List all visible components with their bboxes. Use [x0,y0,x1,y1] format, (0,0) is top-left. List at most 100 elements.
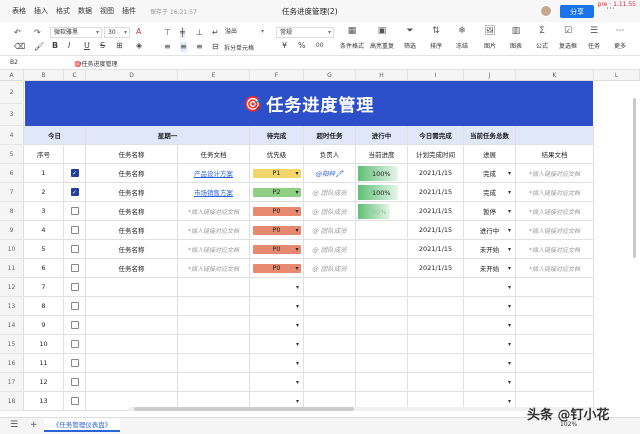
status-cell[interactable]: 完成 ▾ [464,183,516,202]
italic-icon[interactable]: I [68,41,70,51]
task-checkbox[interactable] [70,264,79,272]
task-checkbox-cell[interactable] [64,221,86,240]
row-header[interactable]: 12 [0,278,24,297]
strikethrough-icon[interactable]: S [100,41,105,51]
row-header[interactable]: 15 [0,335,24,354]
task-name[interactable]: 任务名称 [86,221,178,240]
status-cell[interactable]: 进行中 ▾ [464,221,516,240]
menu-insert[interactable]: 插入 [34,6,48,16]
status-dropdown-icon[interactable]: ▾ [508,265,511,272]
status-dropdown-icon[interactable]: ▾ [508,246,511,253]
overflow-select[interactable]: 溢出 [222,27,266,38]
status-dropdown-icon[interactable]: ▾ [508,322,511,329]
task-doc-placeholder[interactable]: *插入链接对应文档 [178,259,250,278]
priority-cell[interactable]: ▾ [250,373,304,392]
status-value[interactable]: 未开始 [480,263,500,273]
result-doc-placeholder[interactable]: *插入链接对应文档 [516,202,594,221]
status-dropdown-icon[interactable]: ▾ [508,398,511,405]
assignee[interactable] [304,373,356,392]
share-button[interactable]: 分享 [560,5,594,18]
result-doc-placeholder[interactable]: *插入链接对应文档 [516,183,594,202]
task-checkbox[interactable] [70,321,79,329]
priority-dropdown[interactable]: P2 [252,187,301,197]
status-cell[interactable]: ▾ [464,354,516,373]
assignee[interactable] [304,297,356,316]
task-checkbox-cell[interactable] [64,373,86,392]
due-date[interactable] [408,278,464,297]
wrap-icon[interactable]: ↵ [212,28,219,38]
priority-cell[interactable]: P2 [250,183,304,202]
more-button[interactable]: ⋯ 更多 [606,26,634,50]
task-name[interactable] [86,354,178,373]
currency-icon[interactable]: ¥ [282,41,287,51]
document-title[interactable]: 任务进度管理(2) [282,6,338,17]
assignee[interactable]: @ 团队成员 [304,183,356,202]
decimal-icon[interactable]: .00 [314,41,324,51]
align-bottom-icon[interactable]: ⊥ [196,28,203,38]
result-doc-placeholder[interactable]: *插入链接对应文档 [516,259,594,278]
row-header[interactable]: 4 [0,126,24,145]
column-header-k[interactable]: K [516,70,594,81]
task-checkbox[interactable] [70,226,79,234]
column-header-f[interactable]: F [250,70,304,81]
task-checkbox[interactable] [70,397,79,405]
align-middle-icon[interactable]: ╪ [180,28,185,38]
bold-icon[interactable]: B [52,41,58,51]
due-date[interactable]: 2021/1/15 [408,202,464,221]
font-size-select[interactable]: 30 [104,27,130,38]
row-header[interactable]: 18 [0,392,24,411]
task-button[interactable]: ☰ 任务 [580,26,608,50]
task-name[interactable] [86,297,178,316]
row-header[interactable]: 6 [0,164,24,183]
priority-cell[interactable]: ▾ [250,278,304,297]
status-cell[interactable]: 未开始 ▾ [464,259,516,278]
conditional-format-button[interactable]: ▦ 条件格式 [338,26,366,50]
column-header-h[interactable]: H [356,70,408,81]
assignee[interactable] [304,335,356,354]
priority-cell[interactable]: ▾ [250,297,304,316]
column-header-b[interactable]: B [24,70,64,81]
priority-cell[interactable]: ▾ [250,335,304,354]
task-name[interactable] [86,335,178,354]
priority-dropdown[interactable]: P0 [252,206,301,216]
due-date[interactable] [408,316,464,335]
more-options-icon[interactable]: ⋯ [606,4,615,14]
task-name[interactable]: 任务名称 [86,259,178,278]
filter-button[interactable]: ⏷ 筛选 [396,26,424,50]
task-name[interactable] [86,373,178,392]
assignee[interactable]: @ 团队成员 [304,202,356,221]
align-center-icon[interactable]: ≡ [180,42,187,52]
due-date[interactable]: 2021/1/15 [408,183,464,202]
status-value[interactable]: 暂停 [483,206,496,216]
freeze-button[interactable]: ❄ 冻结 [448,26,476,50]
priority-cell[interactable]: P0 [250,259,304,278]
status-dropdown-icon[interactable]: ▾ [508,189,511,196]
menu-plugins[interactable]: 插件 [122,6,136,16]
task-checkbox[interactable]: ✓ [70,188,79,196]
task-checkbox-cell[interactable] [64,316,86,335]
task-checkbox-cell[interactable] [64,335,86,354]
number-format-select[interactable]: 常规 [276,27,334,38]
status-cell[interactable]: 未开始 ▾ [464,240,516,259]
result-doc[interactable] [516,297,594,316]
cell-reference[interactable]: B2 [10,59,18,66]
status-dropdown-icon[interactable]: ▾ [508,360,511,367]
priority-dropdown[interactable]: P1 [252,168,301,178]
task-checkbox-cell[interactable] [64,202,86,221]
sheet-tab-dashboard[interactable]: 《任务管理仪表盘》 [44,418,120,432]
status-cell[interactable]: ▾ [464,278,516,297]
underline-icon[interactable]: U [84,41,90,51]
horizontal-scrollbar-thumb[interactable] [134,407,354,411]
task-checkbox[interactable] [70,245,79,253]
priority-cell[interactable]: P0 [250,221,304,240]
percent-icon[interactable]: % [298,41,306,51]
row-header[interactable]: 11 [0,259,24,278]
due-date[interactable] [408,335,464,354]
task-checkbox[interactable] [70,378,79,386]
sheet-list-icon[interactable]: ☰ [10,420,18,430]
status-cell[interactable]: ▾ [464,373,516,392]
task-doc-link[interactable]: 市场销售方案 [178,183,250,202]
task-checkbox-cell[interactable] [64,354,86,373]
vertical-scrollbar[interactable] [633,98,636,258]
status-cell[interactable]: 暂停 ▾ [464,202,516,221]
